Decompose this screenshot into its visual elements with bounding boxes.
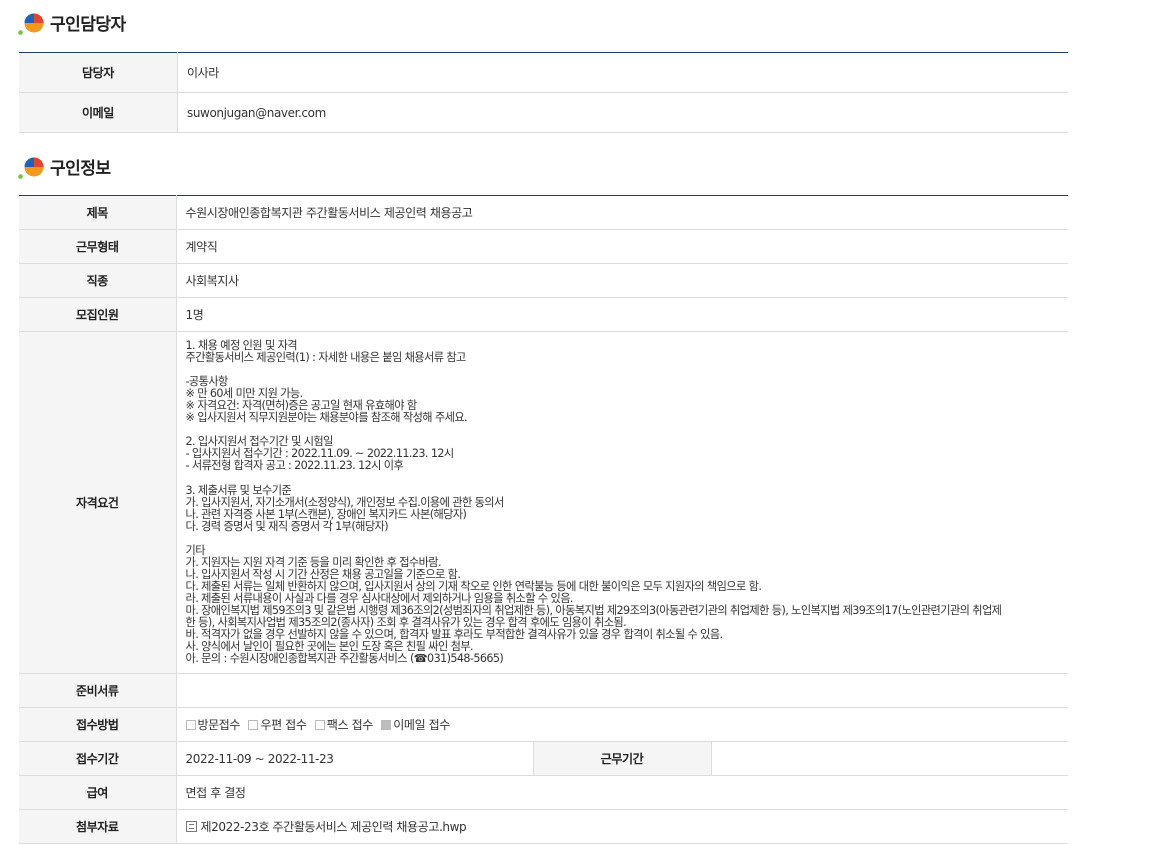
email-option[interactable]: 이메일 접수	[381, 718, 450, 732]
work-period-value	[711, 741, 1069, 777]
period-value: 2022-11-09 ~ 2022-11-23	[176, 741, 533, 777]
requirement-line: 나. 관련 자격증 사본 1부(스캔본), 장애인 복지카드 사본(해당자)	[185, 507, 467, 521]
mail-checkbox[interactable]	[248, 719, 259, 730]
submission-label: 접수방법	[19, 707, 177, 743]
visit-checkbox[interactable]	[185, 719, 196, 730]
requirement-line: 다. 경력 증명서 및 재직 증명서 각 1부(해당자)	[185, 519, 389, 533]
requirement-line	[186, 473, 1068, 485]
headcount-value: 1명	[176, 297, 1069, 332]
requirements-value: 1. 채용 예정 인원 및 자격 주간활동서비스 제공인력(1) : 자세한 내…	[176, 331, 1069, 675]
requirement-line: 3. 제출서류 및 보수기준	[185, 483, 292, 497]
job-category-value: 사회복지사	[176, 263, 1069, 298]
table-row: 자격요건 1. 채용 예정 인원 및 자격 주간활동서비스 제공인력(1) : …	[19, 331, 1069, 675]
table-row: 준비서류	[19, 673, 1069, 709]
email-option-label: 이메일 접수	[393, 718, 450, 733]
title-label: 제목	[19, 195, 177, 230]
job-section-header: 구인정보	[18, 152, 111, 180]
table-row: 모집인원 1명	[19, 297, 1069, 332]
table-row: 접수기간 2022-11-09 ~ 2022-11-23 근무기간	[19, 741, 1069, 777]
work-period-label: 근무기간	[532, 741, 712, 777]
period-label: 접수기간	[19, 741, 177, 777]
requirement-line: 아. 문의 : 수원시장애인종합복지관 주간활동서비스 (☎031)548-56…	[185, 652, 504, 666]
requirement-line: 주간활동서비스 제공인력(1) : 자세한 내용은 붙임 채용서류 참고	[185, 351, 467, 365]
requirements-label: 자격요건	[19, 331, 177, 675]
requirement-line: 가. 입사지원서, 자기소개서(소정양식), 개인정보 수집.이용에 관한 동의…	[185, 495, 505, 509]
employment-type-label: 근무형태	[19, 229, 177, 264]
contact-section-title: 구인담당자	[50, 14, 126, 35]
mail-option-label: 우편 접수	[260, 718, 307, 733]
documents-label: 준비서류	[19, 673, 177, 709]
contact-table: 담당자 이사라 이메일 suwonjugan@naver.com	[19, 52, 1068, 133]
fax-option[interactable]: 팩스 접수	[314, 718, 373, 733]
job-section-title: 구인정보	[50, 158, 111, 179]
mail-option[interactable]: 우편 접수	[248, 718, 307, 733]
manager-label: 담당자	[19, 52, 178, 93]
section-logo-icon	[18, 13, 44, 35]
employment-type-value: 계약직	[176, 229, 1069, 264]
salary-label: 급여	[19, 775, 177, 811]
table-row: 이메일 suwonjugan@naver.com	[19, 92, 1068, 133]
table-row: 접수방법 방문접수 우편 접수 팩스 접수 이메일 접수	[19, 707, 1069, 743]
submission-options: 방문접수 우편 접수 팩스 접수 이메일 접수	[176, 707, 1069, 743]
section-logo-icon	[18, 157, 44, 179]
salary-value: 면접 후 결정	[176, 775, 1069, 811]
email-label: 이메일	[19, 92, 178, 133]
requirement-line	[186, 364, 1068, 376]
table-row: 담당자 이사라	[19, 52, 1068, 93]
email-checkbox[interactable]	[381, 719, 392, 730]
requirement-line: - 서류전형 합격자 공고 : 2022.11.23. 12시 이후	[185, 459, 404, 473]
email-value: suwonjugan@naver.com	[177, 92, 1068, 133]
requirement-line: -공통사항	[185, 375, 229, 389]
job-category-label: 직종	[19, 263, 177, 298]
documents-value	[176, 673, 1069, 709]
job-info-table: 제목 수원시장애인종합복지관 주간활동서비스 제공인력 채용공고 근무형태 계약…	[19, 195, 1069, 844]
fax-option-label: 팩스 접수	[326, 718, 373, 733]
headcount-label: 모집인원	[19, 297, 177, 332]
visit-option-label: 방문접수	[197, 718, 241, 733]
table-row: 근무형태 계약직	[19, 229, 1069, 264]
fax-checkbox[interactable]	[314, 719, 325, 730]
manager-value: 이사라	[177, 52, 1068, 93]
requirement-line: ※ 입사지원서 직무지원분야는 채용분야를 참조해 작성해 주세요.	[185, 411, 468, 425]
requirement-line	[186, 533, 1068, 545]
title-value: 수원시장애인종합복지관 주간활동서비스 제공인력 채용공고	[176, 195, 1069, 230]
visit-option[interactable]: 방문접수	[185, 718, 241, 733]
contact-section-header: 구인담당자	[18, 8, 126, 36]
table-row: 직종 사회복지사	[19, 263, 1069, 298]
table-row: 제목 수원시장애인종합복지관 주간활동서비스 제공인력 채용공고	[19, 195, 1069, 230]
attachment-link[interactable]: 제2022-23호 주간활동서비스 제공인력 채용공고.hwp	[201, 820, 467, 834]
table-row: 급여 면접 후 결정	[19, 775, 1069, 811]
